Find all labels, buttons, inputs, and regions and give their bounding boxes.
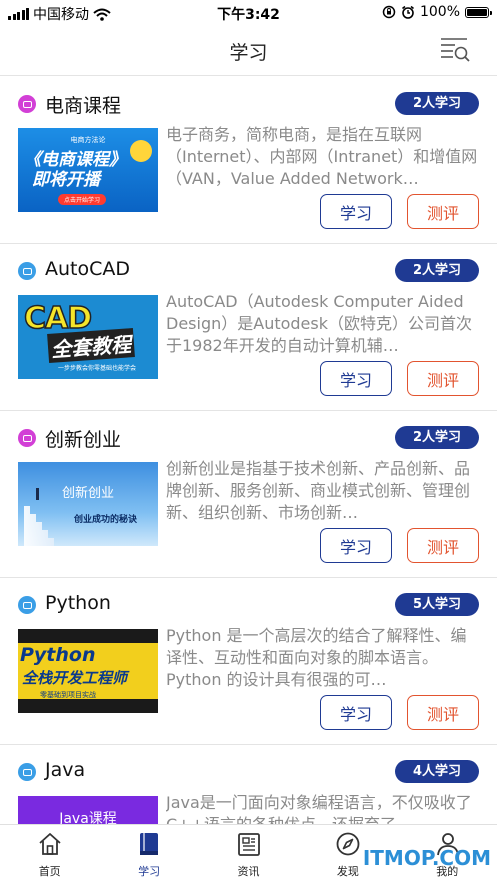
course-card[interactable]: 创新创业 2人学习 创新创业 创业成功的秘诀 创新创业是指基于技术创新、产品创新… [0,411,497,578]
thumb-caption: 创业成功的秘诀 [74,515,138,525]
pink-circle-icon [18,429,36,447]
lock-rotation-icon [382,5,396,19]
learner-count-badge: 5人学习 [394,593,479,616]
blue-circle-icon [18,596,36,614]
tab-home[interactable]: 首页 [0,825,99,883]
news-icon [237,833,260,856]
thumb-headline: 创新创业 [62,486,115,501]
course-thumbnail[interactable]: 创新创业 创业成功的秘诀 [18,462,158,546]
course-card[interactable]: Python 5人学习 Python 全栈开发工程师 零基础到项目实战 Pyth… [0,578,497,745]
learner-count-badge: 4人学习 [394,760,479,783]
thumb-headline-line2: 全栈开发工程师 [22,669,128,687]
course-description: 创新创业是指基于技术创新、产品创新、品牌创新、服务创新、商业模式创新、管理创新、… [166,459,471,522]
course-title: Python [45,592,111,614]
tab-news[interactable]: 资讯 [199,825,298,883]
course-thumbnail[interactable]: Java课程 [18,796,158,824]
test-button[interactable]: 测评 [407,528,479,563]
battery-icon [465,6,492,18]
thumb-pill: 点击开始学习 [58,194,107,205]
thumb-headline-line1: Python [20,644,96,666]
course-thumbnail[interactable]: Python 全栈开发工程师 零基础到项目实战 [18,629,158,713]
course-card[interactable]: Java 4人学习 Java课程 Java是一门面向对象编程语言，不仅吸收了C+… [0,745,497,824]
battery-percent: 100% [419,4,460,20]
watermark-text: ITMOP.COM [362,846,491,870]
course-description: Java是一门面向对象编程语言，不仅吸收了C++语言的各种优点，还摒弃了… [166,793,472,824]
home-icon [39,833,61,855]
blue-circle-icon [18,763,36,781]
study-button[interactable]: 学习 [320,194,392,229]
course-title: AutoCAD [45,258,131,280]
course-list[interactable]: 电商课程 2人学习 电商方法论 《电商课程》 即将开播 点击开始学习 电子商务，… [0,77,497,824]
tab-label: 资讯 [237,865,260,878]
tab-study[interactable]: 学习 [99,825,198,883]
learner-count-badge: 2人学习 [394,426,479,449]
course-title: 电商课程 [45,95,122,117]
page-title: 学习 [229,42,268,64]
course-description: 电子商务，简称电商，是指在互联网（Internet）、内部网（Intranet）… [166,125,478,188]
blue-circle-icon [18,262,36,280]
study-button[interactable]: 学习 [320,361,392,396]
compass-icon [336,832,360,856]
study-button[interactable]: 学习 [320,695,392,730]
course-title: 创新创业 [45,429,122,451]
test-button[interactable]: 测评 [407,361,479,396]
thumb-headline-line1: 《电商课程》 [24,150,126,170]
test-button[interactable]: 测评 [407,194,479,229]
course-thumbnail[interactable]: CAD 全套教程 一步步教会你零基础也能学会 [18,295,158,379]
learner-count-badge: 2人学习 [394,92,479,115]
course-description: Python 是一个高层次的结合了解释性、编译性、互动性和面向对象的脚本语言。P… [166,626,467,689]
menu-search-icon[interactable] [439,36,471,64]
course-card[interactable]: 电商课程 2人学习 电商方法论 《电商课程》 即将开播 点击开始学习 电子商务，… [0,77,497,244]
status-bar: 中国移动 下午3:42 100% [0,0,497,26]
thumb-headline-line2: 即将开播 [32,170,100,190]
thumb-caption: 零基础到项目实战 [40,691,96,699]
thumb-headline: 《电商课程》 即将开播 [24,150,126,190]
seal-icon [130,140,152,162]
tab-label: 首页 [38,865,61,878]
status-right: 100% [382,4,492,20]
header: 学习 [0,26,497,76]
learner-count-badge: 2人学习 [394,259,479,282]
thumb-headline: Java课程 [59,811,117,824]
thumb-headline-line2: 全套教程 [47,328,135,363]
course-title: Java [45,759,86,781]
tab-label: 学习 [138,865,161,878]
stairs-graphic [24,506,54,546]
book-icon [140,833,159,855]
study-button[interactable]: 学习 [320,528,392,563]
course-description: AutoCAD（Autodesk Computer Aided Design）是… [166,292,472,355]
test-button[interactable]: 测评 [407,695,479,730]
person-graphic [36,488,39,500]
thumb-caption: 一步步教会你零基础也能学会 [58,365,137,372]
course-thumbnail[interactable]: 电商方法论 《电商课程》 即将开播 点击开始学习 [18,128,158,212]
alarm-icon [401,5,414,19]
course-card[interactable]: AutoCAD 2人学习 CAD 全套教程 一步步教会你零基础也能学会 Auto… [0,244,497,411]
pink-circle-icon [18,95,36,113]
